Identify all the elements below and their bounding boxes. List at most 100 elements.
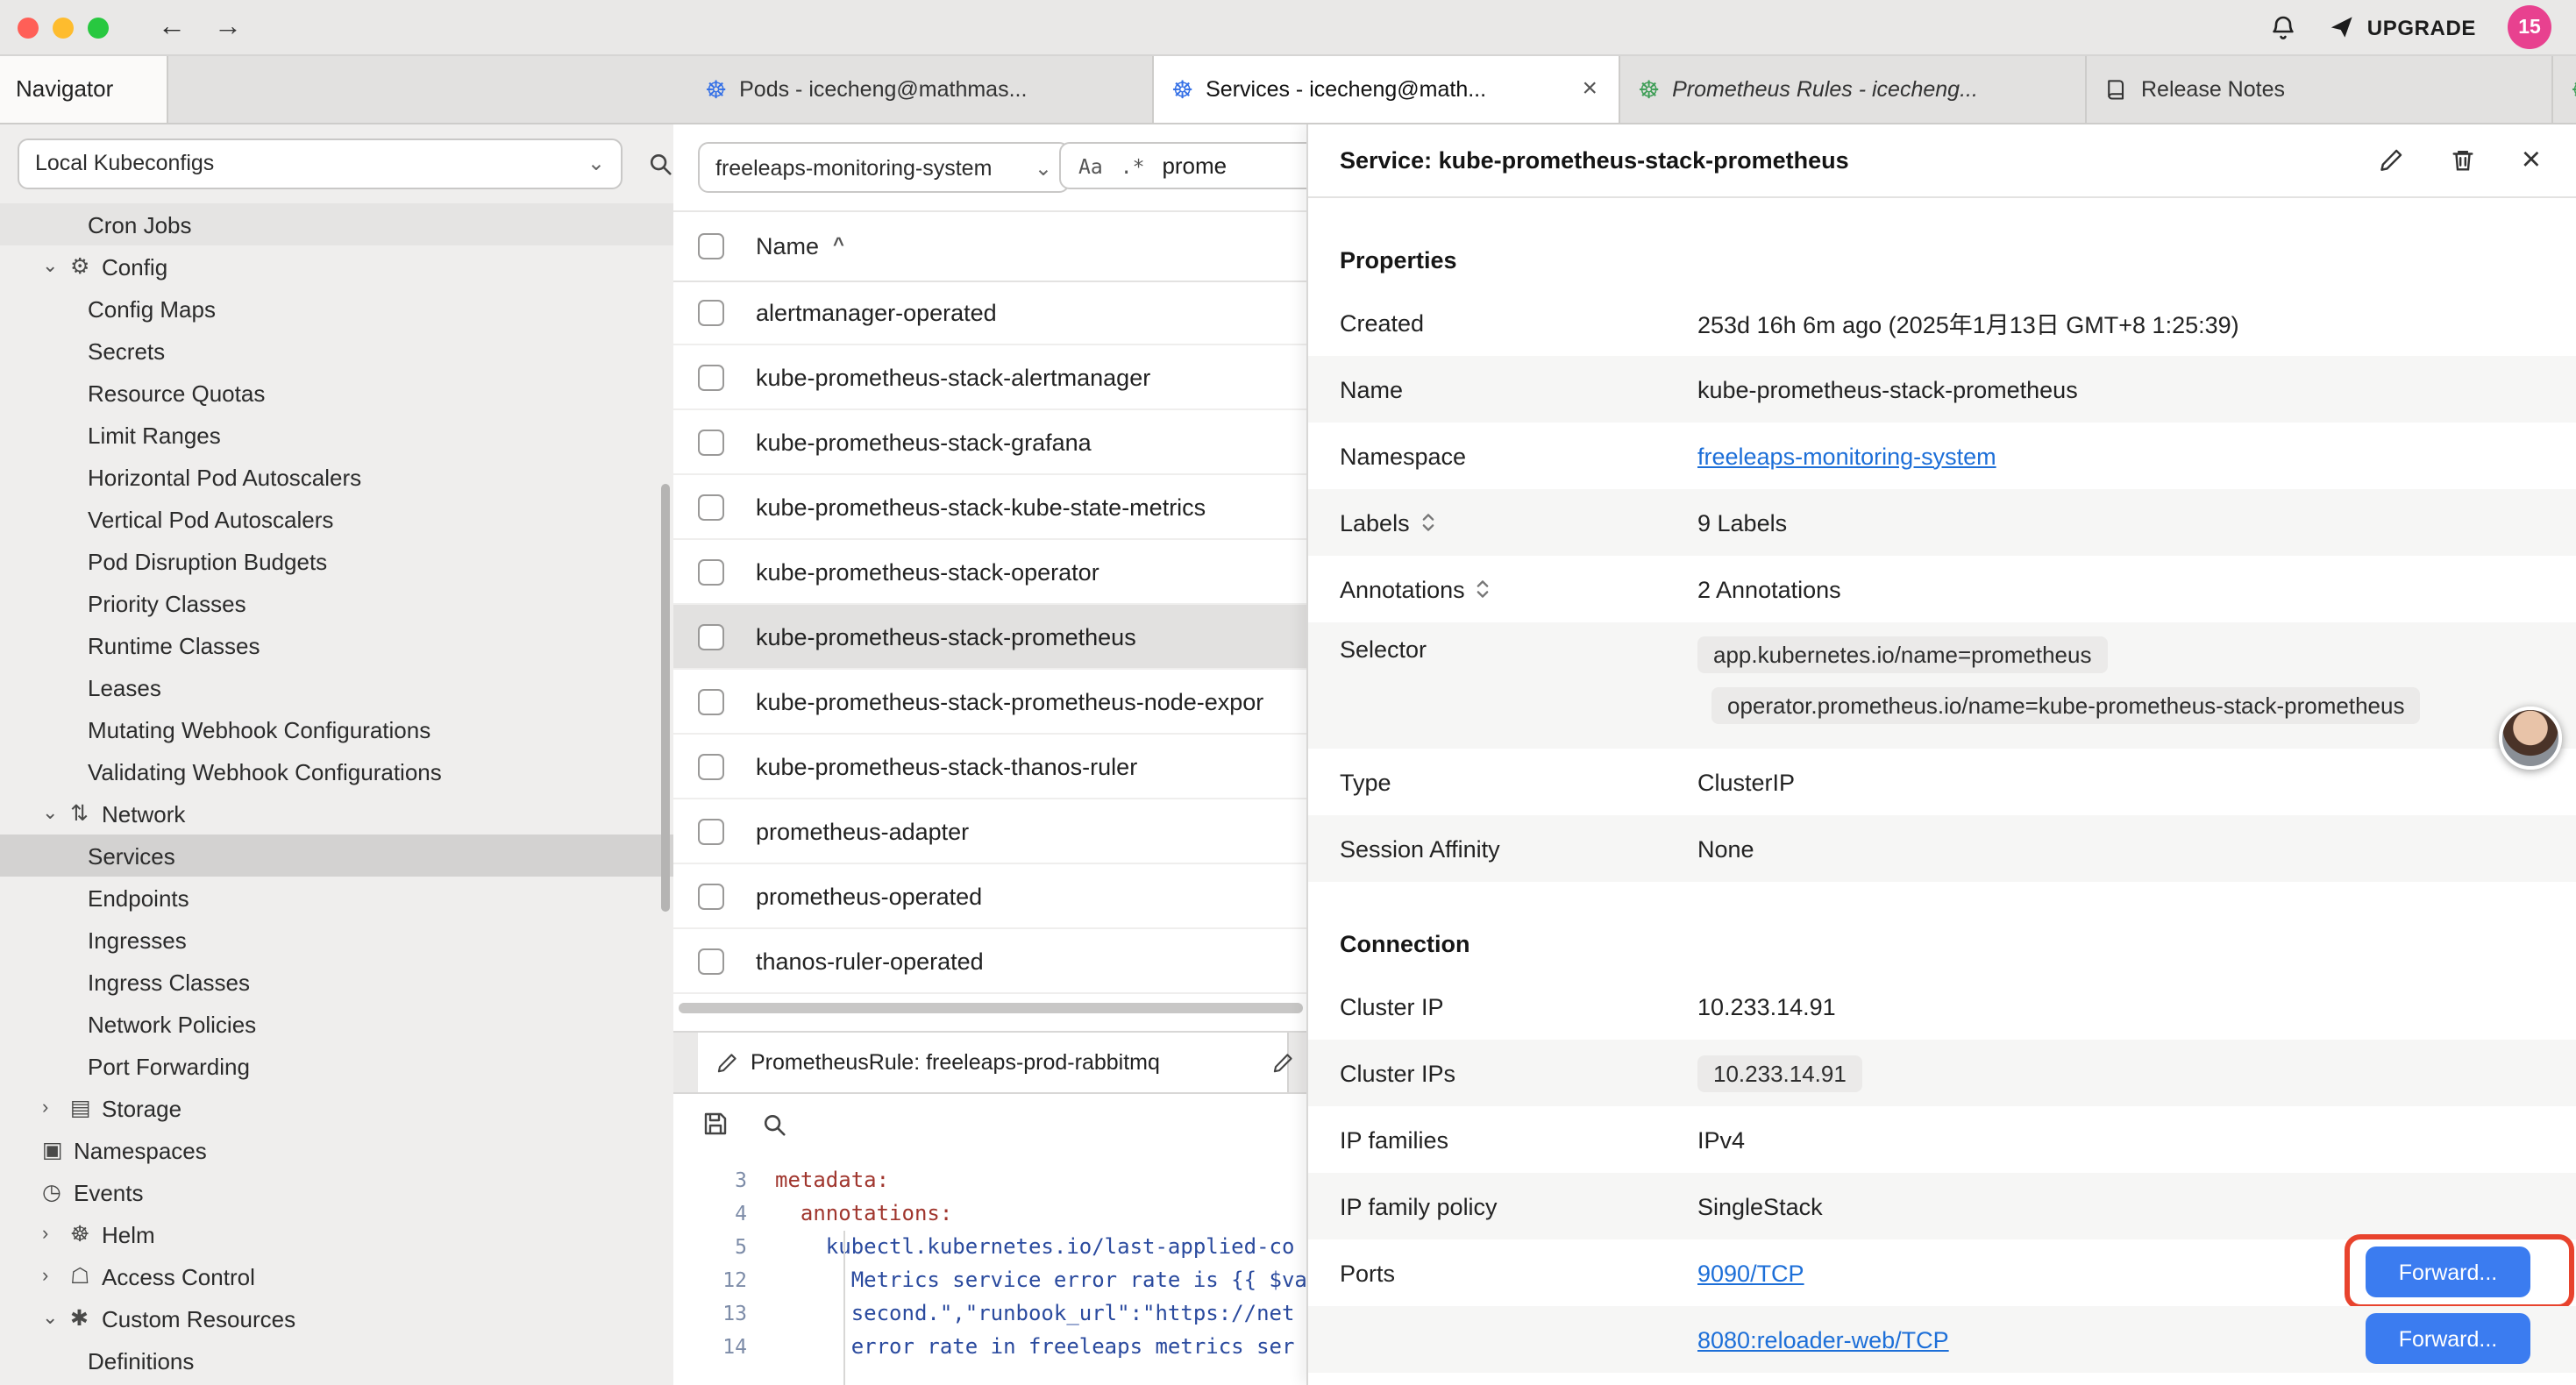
- row-checkbox[interactable]: [698, 623, 724, 650]
- chevron-down-icon[interactable]: ⌄: [42, 804, 70, 823]
- notification-badge[interactable]: 15: [2508, 5, 2551, 49]
- forward-button[interactable]: Forward...: [2366, 1313, 2530, 1364]
- table-row-kube-prometheus-stack-thanos-ruler[interactable]: kube-prometheus-stack-thanos-ruler: [673, 735, 1306, 799]
- sidebar-item-endpoints[interactable]: Endpoints: [0, 877, 673, 919]
- match-case-toggle[interactable]: Aa: [1078, 153, 1103, 178]
- tab-pods-icecheng-mathmas[interactable]: ☸Pods - icecheng@mathmas...: [687, 54, 1154, 123]
- detail-row-ports: Ports9090/TCPForward...: [1308, 1239, 2576, 1306]
- row-checkbox[interactable]: [698, 364, 724, 390]
- row-checkbox[interactable]: [698, 688, 724, 714]
- sidebar-item-runtime-classes[interactable]: Runtime Classes: [0, 624, 673, 666]
- sidebar-item-pod-disruption-budgets[interactable]: Pod Disruption Budgets: [0, 540, 673, 582]
- sidebar-item-config[interactable]: ⌄⚙Config: [0, 245, 673, 288]
- kubeconfig-dropdown[interactable]: Local Kubeconfigs ⌄: [18, 138, 623, 188]
- sidebar-item-storage[interactable]: ›▤Storage: [0, 1087, 673, 1129]
- tab-argo-s[interactable]: ☸Argo S: [2553, 54, 2576, 123]
- chevron-right-icon[interactable]: ›: [42, 1098, 70, 1118]
- expand-collapse-icon[interactable]: [1476, 579, 1491, 600]
- sidebar-item-definitions[interactable]: Definitions: [0, 1339, 673, 1381]
- row-checkbox[interactable]: [698, 429, 724, 455]
- sidebar-item-ingress-classes[interactable]: Ingress Classes: [0, 961, 673, 1003]
- sidebar-item-namespaces[interactable]: ▣Namespaces: [0, 1129, 673, 1171]
- sidebar-item-ingresses[interactable]: Ingresses: [0, 919, 673, 961]
- table-row-kube-prometheus-stack-prometheus-node-expor[interactable]: kube-prometheus-stack-prometheus-node-ex…: [673, 670, 1306, 735]
- sidebar-scrollbar[interactable]: [661, 484, 670, 912]
- sidebar-item-config-maps[interactable]: Config Maps: [0, 288, 673, 330]
- sidebar-item-validating-webhook-configurations[interactable]: Validating Webhook Configurations: [0, 750, 673, 792]
- chevron-down-icon[interactable]: ⌄: [42, 1309, 70, 1328]
- sidebar-item-priority-classes[interactable]: Priority Classes: [0, 582, 673, 624]
- chevron-down-icon[interactable]: ⌄: [42, 257, 70, 276]
- table-row-prometheus-operated[interactable]: prometheus-operated: [673, 864, 1306, 929]
- tab-release-notes[interactable]: Release Notes: [2087, 54, 2553, 123]
- avatar[interactable]: [2499, 707, 2562, 770]
- row-checkbox[interactable]: [698, 753, 724, 779]
- back-arrow-icon[interactable]: ←: [158, 13, 186, 41]
- close-icon[interactable]: ×: [2522, 143, 2541, 176]
- sidebar-item-network-policies[interactable]: Network Policies: [0, 1003, 673, 1045]
- sidebar-item-vertical-pod-autoscalers[interactable]: Vertical Pod Autoscalers: [0, 498, 673, 540]
- table-row-kube-prometheus-stack-grafana[interactable]: kube-prometheus-stack-grafana: [673, 410, 1306, 475]
- trash-icon[interactable]: [2450, 146, 2476, 173]
- table-row-kube-prometheus-stack-operator[interactable]: kube-prometheus-stack-operator: [673, 540, 1306, 605]
- select-all-checkbox[interactable]: [698, 232, 724, 259]
- table-row-thanos-ruler-operated[interactable]: thanos-ruler-operated: [673, 929, 1306, 994]
- namespace-filter-dropdown[interactable]: freeleaps-monitoring-system ⌄: [698, 142, 1070, 193]
- regex-toggle[interactable]: .*: [1121, 153, 1145, 178]
- port-link[interactable]: 8080:reloader-web/TCP: [1697, 1326, 1949, 1353]
- minimize-window-button[interactable]: [53, 17, 74, 38]
- yaml-editor[interactable]: 3metadata:4 annotations:5 kubectl.kubern…: [673, 1157, 1306, 1385]
- close-tab-icon[interactable]: ×: [1578, 75, 1601, 102]
- edit-pencil-icon[interactable]: [2378, 146, 2404, 173]
- table-row-kube-prometheus-stack-alertmanager[interactable]: kube-prometheus-stack-alertmanager: [673, 345, 1306, 410]
- sidebar-item-custom-resources[interactable]: ⌄✱Custom Resources: [0, 1297, 673, 1339]
- sidebar-item-services[interactable]: Services: [0, 835, 673, 877]
- expand-collapse-icon[interactable]: [1420, 512, 1436, 533]
- horizontal-scrollbar[interactable]: [679, 1003, 1303, 1013]
- forward-arrow-icon[interactable]: →: [214, 13, 242, 41]
- sidebar-item-cron-jobs[interactable]: Cron Jobs: [0, 203, 673, 245]
- table-row-prometheus-adapter[interactable]: prometheus-adapter: [673, 799, 1306, 864]
- row-checkbox[interactable]: [698, 948, 724, 974]
- navigator-tab[interactable]: Navigator: [0, 54, 168, 123]
- sidebar-item-helm[interactable]: ›☸Helm: [0, 1213, 673, 1255]
- row-checkbox[interactable]: [698, 818, 724, 844]
- sidebar-item-horizontal-pod-autoscalers[interactable]: Horizontal Pod Autoscalers: [0, 456, 673, 498]
- sidebar-item-network[interactable]: ⌄⇅Network: [0, 792, 673, 835]
- sidebar-item-port-forwarding[interactable]: Port Forwarding: [0, 1045, 673, 1087]
- tab-services-icecheng-math[interactable]: ☸Services - icecheng@math...×: [1154, 54, 1620, 123]
- search-icon[interactable]: [761, 1111, 787, 1137]
- search-input[interactable]: Aa .* prome: [1059, 142, 1306, 189]
- editor-tab-partial[interactable]: [1254, 1033, 1306, 1092]
- sidebar-item-events[interactable]: ◷Events: [0, 1171, 673, 1213]
- table-row-alertmanager-operated[interactable]: alertmanager-operated: [673, 281, 1306, 345]
- row-checkbox[interactable]: [698, 883, 724, 909]
- chevron-right-icon[interactable]: ›: [42, 1267, 70, 1286]
- sidebar-item-label: Validating Webhook Configurations: [88, 758, 442, 785]
- port-link[interactable]: 9090/TCP: [1697, 1260, 1804, 1286]
- row-checkbox[interactable]: [698, 494, 724, 520]
- table-row-kube-prometheus-stack-kube-state-metrics[interactable]: kube-prometheus-stack-kube-state-metrics: [673, 475, 1306, 540]
- bell-icon[interactable]: [2269, 13, 2297, 41]
- editor-tab-prometheusrule-freeleaps-prod-rabbitmq[interactable]: PrometheusRule: freeleaps-prod-rabbitmq: [698, 1033, 1289, 1092]
- row-checkbox[interactable]: [698, 558, 724, 585]
- tab-prometheus-rules-icecheng[interactable]: ☸Prometheus Rules - icecheng...: [1620, 54, 2087, 123]
- sidebar-item-mutating-webhook-configurations[interactable]: Mutating Webhook Configurations: [0, 708, 673, 750]
- table-row-kube-prometheus-stack-prometheus[interactable]: kube-prometheus-stack-prometheus: [673, 605, 1306, 670]
- namespaces-icon: ▣: [42, 1140, 74, 1161]
- upgrade-button[interactable]: UPGRADE: [2329, 14, 2476, 40]
- namespace-link[interactable]: freeleaps-monitoring-system: [1697, 443, 1996, 469]
- save-icon[interactable]: [701, 1110, 729, 1138]
- sidebar-item-resource-quotas[interactable]: Resource Quotas: [0, 372, 673, 414]
- close-window-button[interactable]: [18, 17, 39, 38]
- sidebar-item-leases[interactable]: Leases: [0, 666, 673, 708]
- sidebar-item-limit-ranges[interactable]: Limit Ranges: [0, 414, 673, 456]
- chevron-right-icon[interactable]: ›: [42, 1225, 70, 1244]
- search-icon[interactable]: [647, 150, 673, 176]
- forward-button[interactable]: Forward...: [2366, 1246, 2530, 1297]
- sidebar-item-access-control[interactable]: ›☖Access Control: [0, 1255, 673, 1297]
- sidebar-item-secrets[interactable]: Secrets: [0, 330, 673, 372]
- row-checkbox[interactable]: [698, 299, 724, 325]
- zoom-window-button[interactable]: [88, 17, 109, 38]
- column-header-name[interactable]: Name: [756, 232, 819, 259]
